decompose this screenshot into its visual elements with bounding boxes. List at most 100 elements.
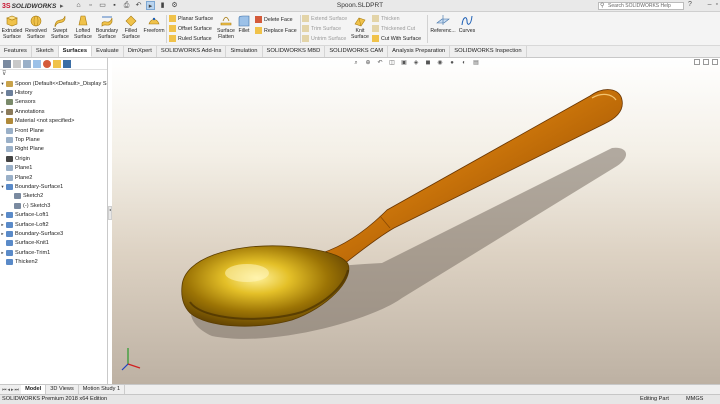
expand-arrow-icon[interactable]: ▸ (0, 222, 5, 228)
tab-sketch[interactable]: Sketch (32, 46, 59, 57)
status-mode: Editing Part (640, 396, 669, 402)
tree-item-label: History (15, 90, 33, 97)
extruded-surface-button[interactable]: Extruded Surface (1, 14, 23, 40)
freeform-button[interactable]: Freeform (143, 14, 165, 34)
cam-manager-icon[interactable] (53, 60, 61, 68)
restore-icon[interactable]: ▫ (716, 1, 718, 8)
trim-surface-button[interactable]: Trim Surface (302, 25, 341, 32)
minimize-icon[interactable]: – (708, 1, 712, 8)
prev-tab-icon[interactable]: ◂ (8, 387, 11, 393)
thicken-button[interactable]: Thicken (372, 15, 400, 22)
search-placeholder: Search SOLIDWORKS Help (608, 3, 671, 9)
feature-icon (6, 90, 13, 97)
expand-arrow-icon[interactable]: ▸ (0, 90, 5, 96)
display-manager-icon[interactable] (43, 60, 51, 68)
configuration-manager-icon[interactable] (23, 60, 31, 68)
tab-solidworks-add-ins[interactable]: SOLIDWORKS Add-Ins (157, 46, 227, 57)
lofted-surface-button[interactable]: Lofted Surface (72, 14, 94, 40)
filter-icon[interactable]: ⊽ (0, 70, 107, 79)
tree-item[interactable]: Front Plane (0, 126, 107, 135)
tree-item-label: Surface-Loft1 (15, 212, 49, 219)
curves-button[interactable]: Curves (457, 14, 477, 34)
tree-item-label: Plane2 (15, 174, 33, 181)
tree-item[interactable]: ▸ History (0, 88, 107, 97)
tree-item[interactable]: Plane1 (0, 164, 107, 173)
tree-item[interactable]: ▸ Surface-Loft1 (0, 210, 107, 219)
tree-item[interactable]: Top Plane (0, 135, 107, 144)
expand-arrow-icon[interactable]: ▸ (0, 212, 5, 218)
untrim-surface-button[interactable]: Untrim Surface (302, 35, 346, 42)
thickened-cut-button[interactable]: Thickened Cut (372, 25, 415, 32)
last-tab-icon[interactable]: ⏭ (15, 387, 20, 393)
ribbon-toolbar: Extruded Surface Revolved Surface Swept … (0, 12, 720, 46)
search-input[interactable]: ⚲ Search SOLIDWORKS Help (598, 2, 684, 10)
cut-with-surface-button[interactable]: Cut With Surface (372, 35, 421, 42)
tree-root[interactable]: ▾ Spoon (Default<<Default>_Display S (0, 79, 107, 88)
replace-face-button[interactable]: Replace Face (255, 27, 297, 34)
first-tab-icon[interactable]: ⏮ (2, 387, 7, 393)
tree-item[interactable]: Surface-Knit1 (0, 239, 107, 248)
expand-arrow-icon[interactable]: ▸ (0, 109, 5, 115)
tree-item[interactable]: ▸ Annotations (0, 107, 107, 116)
reference-geometry-button[interactable]: Referenc... (429, 14, 457, 34)
tree-item[interactable]: Material <not specified> (0, 117, 107, 126)
tree-item[interactable]: ▾ Boundary-Surface1 (0, 182, 107, 191)
feature-manager-icon[interactable] (3, 60, 11, 68)
tree-item[interactable]: Plane2 (0, 173, 107, 182)
tab-surfaces[interactable]: Surfaces (58, 46, 93, 57)
delete-face-button[interactable]: Delete Face (255, 16, 293, 23)
delete-face-icon (255, 16, 262, 23)
tab-features[interactable]: Features (0, 46, 32, 57)
status-units[interactable]: MMGS (686, 395, 703, 404)
expand-arrow-icon[interactable]: ▸ (0, 250, 5, 256)
tree-item[interactable]: Thicken2 (0, 257, 107, 266)
surface-flatten-label: Surface Flatten (217, 28, 235, 40)
tree-item[interactable]: ▸ Surface-Loft2 (0, 220, 107, 229)
tree-item[interactable]: Right Plane (0, 145, 107, 154)
offset-surface-button[interactable]: Offset Surface (169, 25, 212, 32)
fillet-button[interactable]: Fillet (236, 14, 252, 34)
cam-operation-icon[interactable] (63, 60, 71, 68)
tree-item[interactable]: Origin (0, 154, 107, 163)
tab-solidworks-mbd[interactable]: SOLIDWORKS MBD (263, 46, 326, 57)
tab-dimxpert[interactable]: DimXpert (124, 46, 157, 57)
ribbon-separator (300, 15, 301, 43)
boundary-surface-button[interactable]: Boundary Surface (95, 14, 119, 40)
planar-surface-button[interactable]: Planar Surface (169, 15, 213, 22)
title-bar: 3S SOLIDWORKS ▸ ⌂ ▫ ▭ ▪ ⎙ ↶ ▸ ▮ ⚙ Spoon.… (0, 0, 720, 12)
next-tab-icon[interactable]: ▸ (11, 387, 14, 393)
tree-item[interactable]: ▸ Boundary-Surface3 (0, 229, 107, 238)
tab-simulation[interactable]: Simulation (226, 46, 263, 57)
revolved-surface-button[interactable]: Revolved Surface (25, 14, 47, 40)
tab-evaluate[interactable]: Evaluate (92, 46, 124, 57)
knit-surface-button[interactable]: Knit Surface (350, 14, 370, 40)
tab-scroll-arrows: ⏮ ◂ ▸ ⏭ (0, 387, 21, 393)
tree-item[interactable]: Sketch2 (0, 192, 107, 201)
dimxpert-manager-icon[interactable] (33, 60, 41, 68)
extend-surface-button[interactable]: Extend Surface (302, 15, 347, 22)
tab-motion-study-1[interactable]: Motion Study 1 (79, 385, 126, 394)
property-manager-icon[interactable] (13, 60, 21, 68)
bowl-highlight (225, 264, 269, 282)
tree-item[interactable]: Sensors (0, 98, 107, 107)
tab-solidworks-cam[interactable]: SOLIDWORKS CAM (325, 46, 389, 57)
ruled-surface-button[interactable]: Ruled Surface (169, 35, 212, 42)
swept-surface-button[interactable]: Swept Surface (49, 14, 71, 40)
ribbon-separator (166, 15, 167, 43)
untrim-surface-icon (302, 35, 309, 42)
tree-item[interactable]: ▸ Surface-Trim1 (0, 248, 107, 257)
filled-surface-button[interactable]: Filled Surface (120, 14, 142, 40)
surface-flatten-button[interactable]: Surface Flatten (215, 14, 237, 40)
solidworks-window: 3S SOLIDWORKS ▸ ⌂ ▫ ▭ ▪ ⎙ ↶ ▸ ▮ ⚙ Spoon.… (0, 0, 720, 404)
tab-solidworks-inspection[interactable]: SOLIDWORKS Inspection (450, 46, 527, 57)
expand-arrow-icon[interactable]: ▸ (0, 231, 5, 237)
expand-arrow-icon[interactable]: ▾ (0, 81, 5, 87)
fillet-label: Fillet (238, 28, 250, 34)
tree-item[interactable]: (-) Sketch3 (0, 201, 107, 210)
help-icon[interactable]: ? (688, 1, 692, 8)
expand-arrow-icon[interactable]: ▾ (0, 184, 5, 190)
graphics-area[interactable]: ⌕ ⊕ ↶ ◫ ▣ ◈ ◼ ◉ ● ◐ ▤ (112, 58, 720, 384)
tab-3d-views[interactable]: 3D Views (46, 385, 79, 394)
tab-model[interactable]: Model (21, 385, 47, 394)
tab-analysis-preparation[interactable]: Analysis Preparation (388, 46, 451, 57)
